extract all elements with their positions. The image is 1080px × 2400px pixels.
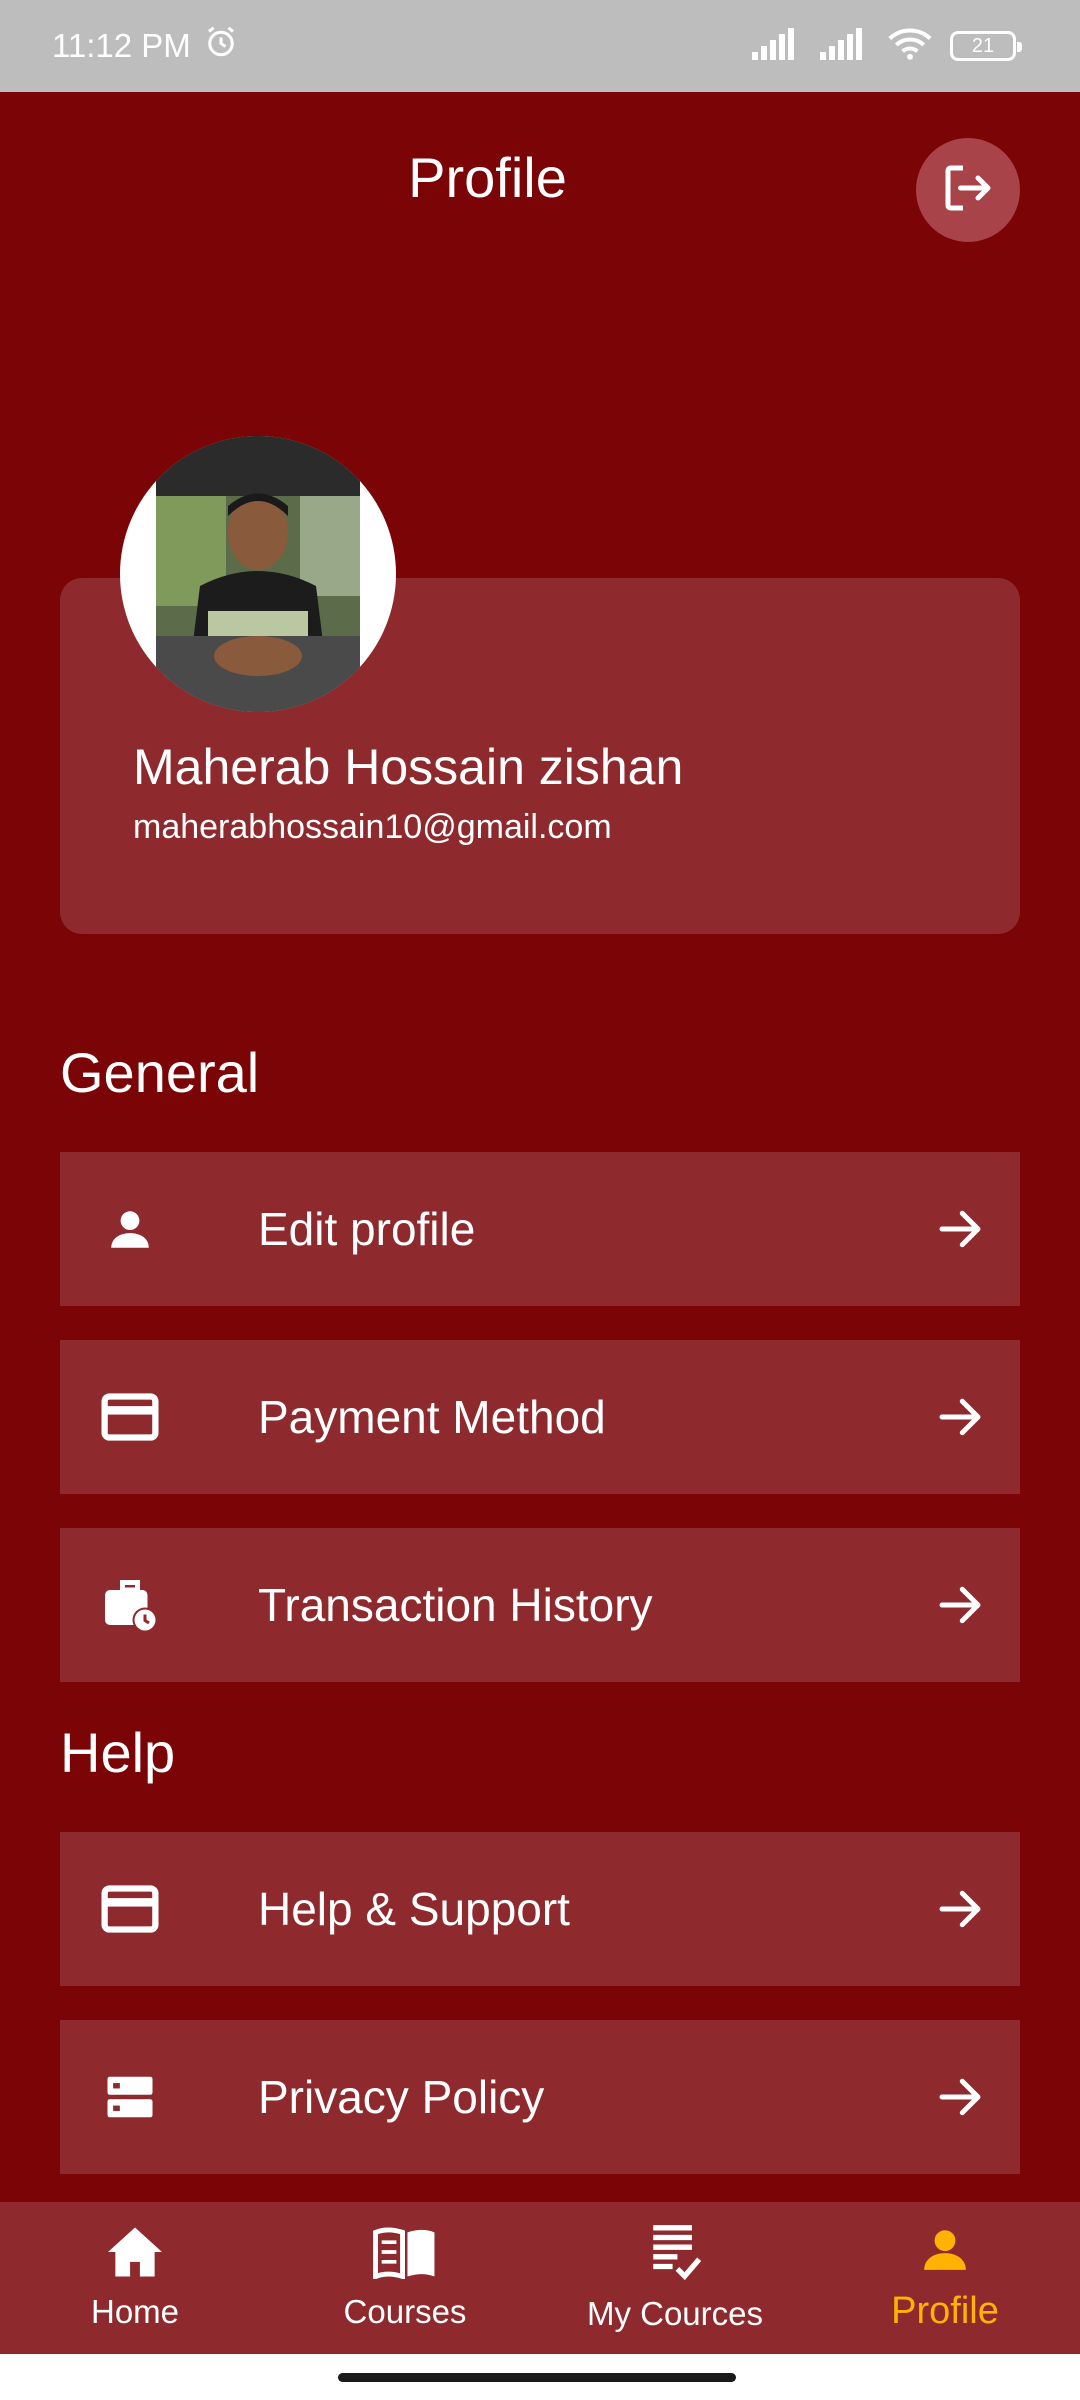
menu-label: Transaction History bbox=[258, 1579, 653, 1631]
battery-level: 21 bbox=[971, 34, 995, 57]
logout-icon bbox=[938, 158, 998, 223]
page-title: Profile bbox=[408, 146, 567, 209]
person-icon bbox=[920, 2224, 970, 2284]
section-title-general: General bbox=[60, 1041, 260, 1104]
menu-label: Edit profile bbox=[258, 1203, 476, 1255]
storage-icon bbox=[60, 2070, 200, 2124]
menu-item-help-support[interactable]: Help & Support bbox=[60, 1832, 1020, 1986]
nav-label: Profile bbox=[891, 2289, 999, 2332]
nav-item-profile[interactable]: Profile bbox=[810, 2202, 1080, 2354]
arrow-right-icon bbox=[900, 2070, 1020, 2124]
section-title-help: Help bbox=[60, 1721, 176, 1784]
battery-icon: 21 bbox=[950, 31, 1022, 61]
menu-label: Privacy Policy bbox=[258, 2071, 545, 2123]
arrow-right-icon bbox=[900, 1202, 1020, 1256]
status-right: 21 bbox=[752, 27, 1022, 66]
avatar[interactable] bbox=[120, 436, 396, 712]
nav-label: Courses bbox=[343, 2293, 467, 2330]
arrow-right-icon bbox=[900, 1578, 1020, 1632]
bottom-nav: Home Courses My Cources Profile bbox=[0, 2202, 1080, 2354]
status-time: 11:12 PM bbox=[52, 27, 191, 64]
status-left: 11:12 PM bbox=[52, 24, 239, 68]
menu-item-transaction-history[interactable]: Transaction History bbox=[60, 1528, 1020, 1682]
checklist-icon bbox=[648, 2223, 702, 2289]
status-bar: 11:12 PM 21 bbox=[0, 0, 1080, 92]
credit-card-icon bbox=[60, 1392, 200, 1442]
nav-item-my-cources[interactable]: My Cources bbox=[540, 2202, 810, 2354]
avatar-photo bbox=[156, 436, 360, 712]
menu-item-payment-method[interactable]: Payment Method bbox=[60, 1340, 1020, 1494]
credit-card-icon bbox=[60, 1884, 200, 1934]
user-name: Maherab Hossain zishan bbox=[133, 739, 684, 795]
menu-item-privacy-policy[interactable]: Privacy Policy bbox=[60, 2020, 1020, 2174]
alarm-icon bbox=[203, 24, 239, 68]
home-gesture-bar[interactable] bbox=[338, 2373, 736, 2382]
nav-item-courses[interactable]: Courses bbox=[270, 2202, 540, 2354]
menu-label: Payment Method bbox=[258, 1391, 606, 1443]
arrow-right-icon bbox=[900, 1882, 1020, 1936]
arrow-right-icon bbox=[900, 1390, 1020, 1444]
nav-item-home[interactable]: Home bbox=[0, 2202, 270, 2354]
signal-icon bbox=[820, 27, 870, 65]
user-email: maherabhossain10@gmail.com bbox=[133, 808, 612, 846]
book-icon bbox=[373, 2225, 437, 2287]
home-icon bbox=[105, 2225, 165, 2287]
logout-button[interactable] bbox=[916, 138, 1020, 242]
menu-item-edit-profile[interactable]: Edit profile bbox=[60, 1152, 1020, 1306]
nav-label: My Cources bbox=[586, 2295, 764, 2332]
nav-label: Home bbox=[90, 2293, 180, 2330]
person-icon bbox=[60, 1204, 200, 1254]
signal-icon bbox=[752, 27, 802, 65]
menu-label: Help & Support bbox=[258, 1883, 570, 1935]
work-history-icon bbox=[60, 1575, 200, 1635]
wifi-icon bbox=[888, 27, 932, 66]
